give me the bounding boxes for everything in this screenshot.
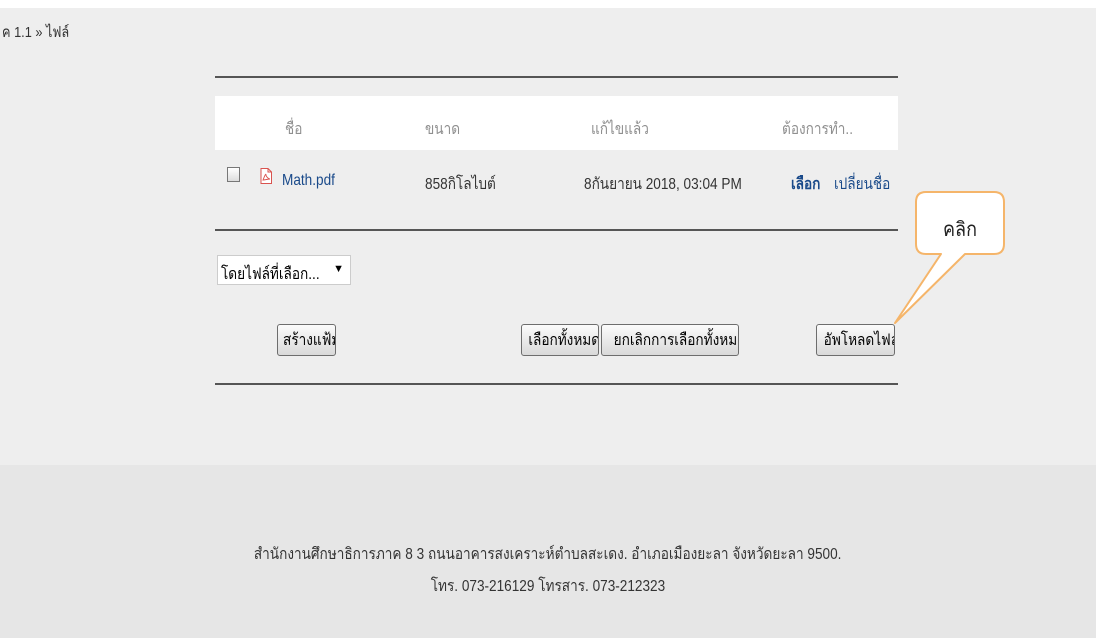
file-select-link[interactable]: เลือก xyxy=(791,172,820,197)
chevron-down-icon: ▼ xyxy=(333,263,344,275)
file-rename-link[interactable]: เปลี่ยนชื่อ xyxy=(834,172,890,197)
column-header-action: ต้องการทำ.. xyxy=(782,121,853,138)
select-all-label: เลือกทั้งหมด xyxy=(528,331,599,349)
pdf-icon xyxy=(260,168,272,184)
select-all-button[interactable]: เลือกทั้งหมด xyxy=(521,324,599,356)
footer-address: สำนักงานศึกษาธิการภาค 8 3 ถนนอาคารสงเครา… xyxy=(0,542,1096,567)
divider-bottom xyxy=(215,383,898,385)
breadcrumb: ค 1.1 » ไฟล์ xyxy=(2,24,70,41)
deselect-all-label: ยกเลิกการเลือกทั้งหมด xyxy=(613,331,739,349)
divider-middle xyxy=(215,229,898,231)
column-header-name: ชื่อ xyxy=(285,121,303,138)
file-modified-date: 8กันยายน 2018, 03:04 PM xyxy=(584,176,742,193)
footer-address-text: สำนักงานศึกษาธิการภาค 8 3 ถนนอาคารสงเครา… xyxy=(254,546,842,563)
click-callout-label: คลิก xyxy=(943,219,977,241)
file-name-link[interactable]: Math.pdf xyxy=(282,172,335,190)
bulk-action-selected-value: โดยไฟล์ที่เลือก... xyxy=(221,266,320,283)
file-checkbox[interactable] xyxy=(227,167,240,182)
bulk-action-select[interactable]: โดยไฟล์ที่เลือก... ▼ xyxy=(217,255,351,285)
footer-phone: โทร. 073-216129 โทรสาร. 073-212323 xyxy=(0,574,1096,599)
upload-file-label: อัพโหลดไฟล์ xyxy=(823,331,895,349)
column-header-size: ขนาด xyxy=(425,121,461,138)
footer-phone-text: โทร. 073-216129 โทรสาร. 073-212323 xyxy=(430,578,666,595)
divider-top xyxy=(215,76,898,78)
column-header-modified: แก้ไขแล้ว xyxy=(591,121,649,138)
create-folder-label: สร้างแฟ้ม xyxy=(283,331,336,349)
file-size: 858กิโลไบต์ xyxy=(425,176,496,193)
upload-file-button[interactable]: อัพโหลดไฟล์ xyxy=(816,324,895,356)
deselect-all-button[interactable]: ยกเลิกการเลือกทั้งหมด xyxy=(601,324,739,356)
create-folder-button[interactable]: สร้างแฟ้ม xyxy=(277,324,336,356)
